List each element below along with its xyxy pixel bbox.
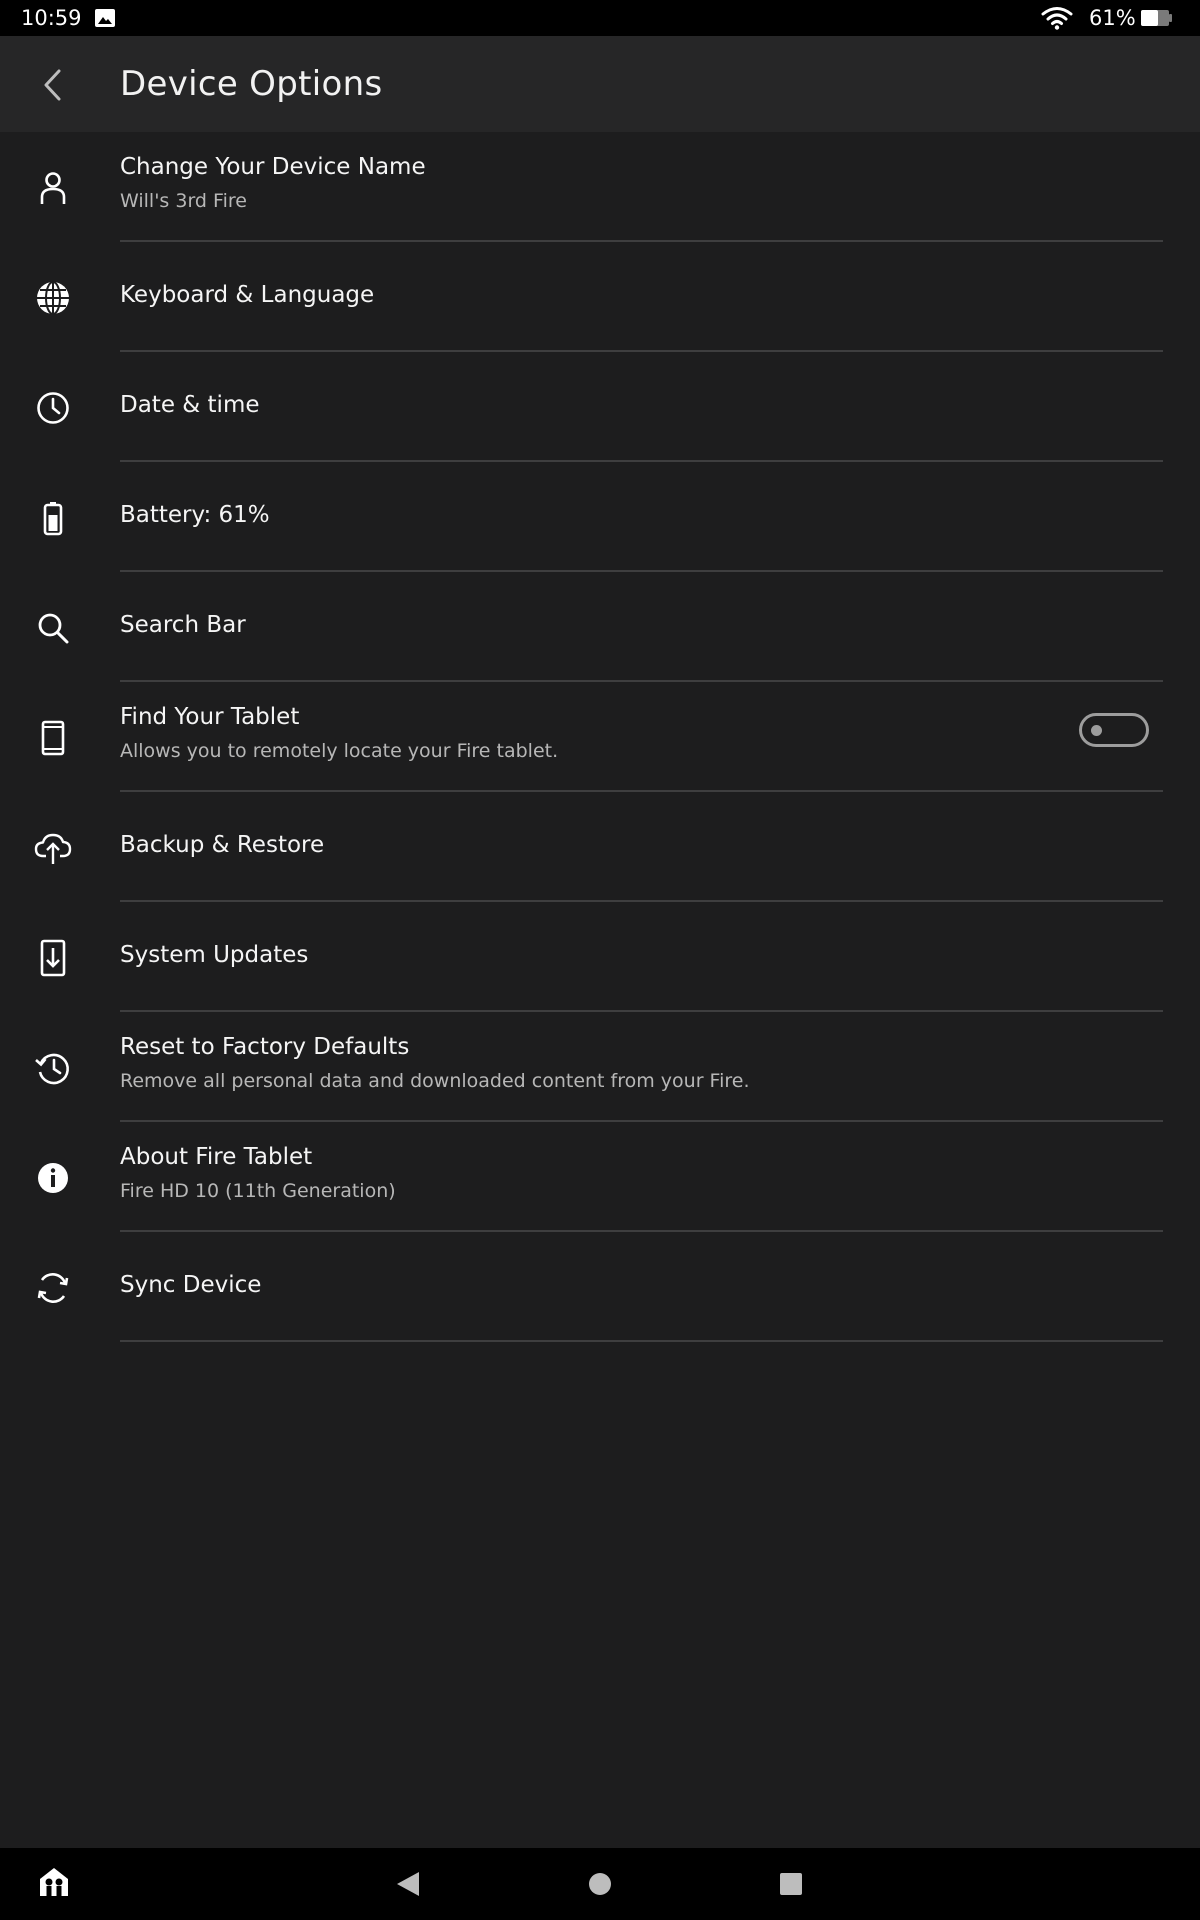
- cloud-upload-icon: [34, 829, 72, 867]
- image-icon: [95, 9, 115, 27]
- setting-title: Change Your Device Name: [120, 154, 426, 180]
- person-icon: [34, 169, 72, 207]
- setting-title: Sync Device: [120, 1272, 262, 1298]
- battery-icon: [1141, 10, 1172, 26]
- setting-reset-factory-defaults[interactable]: Reset to Factory Defaults Remove all per…: [0, 1012, 1200, 1122]
- setting-date-time[interactable]: Date & time: [0, 352, 1200, 462]
- setting-subtitle: Fire HD 10 (11th Generation): [120, 1180, 396, 1202]
- setting-title: Battery: 61%: [120, 502, 270, 528]
- search-icon: [34, 609, 72, 647]
- wifi-icon: [1041, 7, 1073, 30]
- setting-keyboard-language[interactable]: Keyboard & Language: [0, 242, 1200, 352]
- nav-back-icon: [397, 1872, 419, 1896]
- kids-profile-button[interactable]: [34, 1862, 74, 1902]
- battery-icon: [34, 499, 72, 537]
- setting-about-fire-tablet[interactable]: About Fire Tablet Fire HD 10 (11th Gener…: [0, 1122, 1200, 1232]
- info-icon: [34, 1159, 72, 1197]
- setting-battery[interactable]: Battery: 61%: [0, 462, 1200, 572]
- header: Device Options: [0, 36, 1200, 132]
- sync-icon: [34, 1269, 72, 1307]
- setting-system-updates[interactable]: System Updates: [0, 902, 1200, 1012]
- nav-recents-button[interactable]: [771, 1864, 811, 1904]
- back-button[interactable]: [28, 60, 78, 110]
- nav-back-button[interactable]: [388, 1864, 428, 1904]
- find-tablet-toggle[interactable]: [1079, 713, 1149, 747]
- history-icon: [34, 1049, 72, 1087]
- nav-home-icon: [589, 1873, 611, 1895]
- clock-icon: [34, 389, 72, 427]
- divider: [120, 1340, 1163, 1342]
- setting-title: Backup & Restore: [120, 832, 325, 858]
- setting-title: Search Bar: [120, 612, 246, 638]
- globe-icon: [34, 279, 72, 317]
- page-title: Device Options: [120, 64, 383, 104]
- kids-profile-icon: [40, 1868, 68, 1896]
- setting-backup-restore[interactable]: Backup & Restore: [0, 792, 1200, 902]
- settings-list: Change Your Device Name Will's 3rd Fire …: [0, 132, 1200, 1342]
- setting-subtitle: Allows you to remotely locate your Fire …: [120, 740, 559, 762]
- nav-home-button[interactable]: [580, 1864, 620, 1904]
- setting-title: Reset to Factory Defaults: [120, 1034, 410, 1060]
- status-time: 10:59: [21, 6, 82, 30]
- status-battery-percent: 61%: [1089, 6, 1136, 30]
- setting-title: Find Your Tablet: [120, 704, 300, 730]
- setting-subtitle: Remove all personal data and downloaded …: [120, 1070, 750, 1092]
- status-bar: 10:59 61%: [0, 0, 1200, 36]
- setting-change-device-name[interactable]: Change Your Device Name Will's 3rd Fire: [0, 132, 1200, 242]
- toggle-knob: [1091, 725, 1102, 736]
- chevron-left-icon: [44, 69, 61, 101]
- setting-subtitle: Will's 3rd Fire: [120, 190, 247, 212]
- setting-sync-device[interactable]: Sync Device: [0, 1232, 1200, 1342]
- tablet-icon: [34, 719, 72, 757]
- nav-recents-icon: [780, 1873, 802, 1895]
- setting-title: System Updates: [120, 942, 309, 968]
- system-update-icon: [34, 939, 72, 977]
- setting-title: About Fire Tablet: [120, 1144, 313, 1170]
- setting-title: Date & time: [120, 392, 260, 418]
- setting-find-your-tablet[interactable]: Find Your Tablet Allows you to remotely …: [0, 682, 1200, 792]
- setting-title: Keyboard & Language: [120, 282, 375, 308]
- setting-search-bar[interactable]: Search Bar: [0, 572, 1200, 682]
- navigation-bar: [0, 1848, 1200, 1920]
